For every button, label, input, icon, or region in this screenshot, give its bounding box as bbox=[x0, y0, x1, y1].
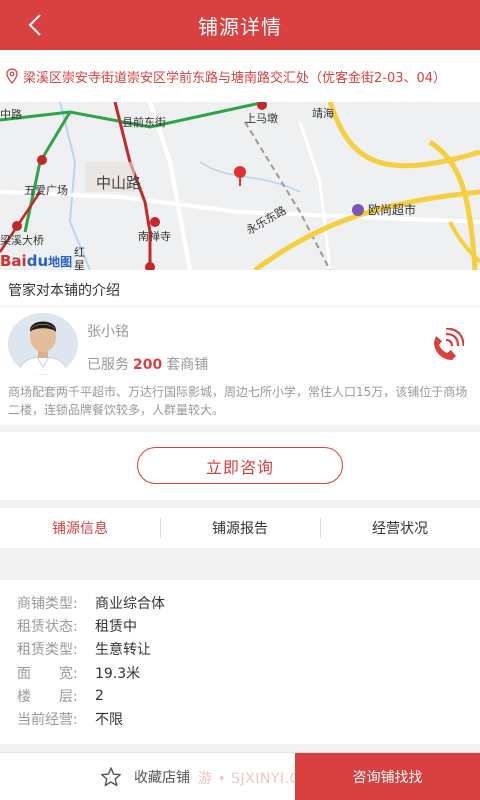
agent-intro-section: 管家对本铺的介绍 张小铭 已服务 200 套商铺 商场配套两千平超市、万达行国际… bbox=[0, 270, 480, 425]
info-value: 生意转让 bbox=[95, 642, 151, 659]
map-label-shangmadun: 上马墩 bbox=[245, 112, 278, 125]
consult-section: 立即咨询 bbox=[0, 432, 480, 500]
page-title: 铺源详情 bbox=[198, 14, 282, 39]
favorite-label: 收藏店铺 bbox=[134, 770, 190, 786]
map-graphic bbox=[0, 102, 480, 270]
info-value: 19.3米 bbox=[95, 665, 141, 682]
tab-shop-report[interactable]: 铺源报告 bbox=[160, 508, 320, 548]
location-map[interactable]: 县前东街 上马墩 靖海 中山路 五爱广场 梁溪大桥 南禅寺 永乐东路 欧尚超市 … bbox=[0, 102, 480, 270]
consult-find-button[interactable]: 咨询铺找找 bbox=[295, 753, 480, 800]
tab-shop-info[interactable]: 铺源信息 bbox=[0, 508, 160, 548]
map-label-auchan: 欧尚超市 bbox=[368, 203, 417, 217]
info-label: 商铺类型: bbox=[17, 595, 78, 612]
location-pin-icon bbox=[6, 67, 20, 85]
consult-now-button[interactable]: 立即咨询 bbox=[137, 447, 343, 484]
call-agent-button[interactable] bbox=[426, 327, 465, 364]
info-row-lease-status: 租赁状态: 租赁中 bbox=[0, 614, 480, 637]
info-row-frontage-width: 面 宽: 19.3米 bbox=[0, 661, 480, 684]
served-count-text: 已服务 200 套商铺 bbox=[87, 357, 209, 373]
info-value: 租赁中 bbox=[95, 618, 137, 635]
info-value: 不限 bbox=[95, 712, 123, 729]
info-label: 租赁类型: bbox=[17, 642, 78, 659]
info-row-current-business: 当前经营: 不限 bbox=[0, 707, 480, 730]
info-label: 面 宽: bbox=[17, 665, 78, 682]
tab-business-status[interactable]: 经营状况 bbox=[320, 508, 480, 548]
intro-title: 管家对本铺的介绍 bbox=[8, 283, 120, 299]
bottom-action-bar: 收藏店铺 游 • SJXINYI.COM 咨询铺找找 bbox=[0, 752, 480, 800]
map-pin-icon bbox=[234, 166, 246, 186]
address-text: 梁溪区崇安寺街道崇安区学前东路与塘南路交汇处（优客金街2-03、04） bbox=[23, 70, 447, 86]
favorite-shop-button[interactable]: 收藏店铺 bbox=[100, 766, 190, 788]
baidu-map-logo: Baidu地图 bbox=[0, 252, 73, 270]
address-bar: 梁溪区崇安寺街道崇安区学前东路与塘南路交汇处（优客金街2-03、04） bbox=[0, 50, 480, 102]
info-label: 楼 层: bbox=[17, 688, 78, 705]
map-label-liangxi-bridge: 梁溪大桥 bbox=[0, 234, 44, 247]
star-icon bbox=[101, 767, 121, 787]
info-row-floor: 楼 层: 2 bbox=[0, 684, 480, 707]
info-row-shop-type: 商铺类型: 商业综合体 bbox=[0, 591, 480, 614]
detail-tabs: 铺源信息 铺源报告 经营状况 bbox=[0, 508, 480, 548]
map-label-road: 县前东街 bbox=[122, 116, 166, 129]
served-count: 200 bbox=[133, 357, 163, 373]
map-label-wuai-square: 五爱广场 bbox=[24, 184, 68, 197]
back-button[interactable] bbox=[18, 9, 52, 41]
app-root: 铺源详情 梁溪区崇安寺街道崇安区学前东路与塘南路交汇处（优客金街2-03、04） bbox=[0, 0, 480, 800]
map-label-nanchan-temple: 南禅寺 bbox=[138, 230, 171, 243]
phone-icon bbox=[434, 327, 465, 360]
map-label-road-left: 中路 bbox=[0, 108, 22, 121]
shop-info-list: 商铺类型: 商业综合体 租赁状态: 租赁中 租赁类型: 生意转让 面 宽: 19… bbox=[0, 580, 480, 744]
intro-description: 商场配套两千平超市、万达行国际影城，周边七所小学，常住人口15万，该铺位于商场二… bbox=[8, 385, 468, 417]
info-row-lease-type: 租赁类型: 生意转让 bbox=[0, 638, 480, 661]
info-label: 租赁状态: bbox=[17, 618, 78, 635]
agent-name: 张小铭 bbox=[87, 324, 129, 340]
map-label-zhongshanlu: 中山路 bbox=[96, 174, 142, 192]
chevron-left-icon bbox=[28, 14, 41, 36]
map-label-jinghai: 靖海 bbox=[312, 107, 334, 120]
top-nav-bar: 铺源详情 bbox=[0, 0, 480, 50]
info-label: 当前经营: bbox=[17, 712, 78, 729]
divider bbox=[0, 306, 480, 307]
info-value: 2 bbox=[95, 687, 104, 704]
map-label-xing: 星 bbox=[74, 259, 85, 270]
agent-avatar bbox=[8, 313, 78, 375]
info-value: 商业综合体 bbox=[95, 595, 165, 612]
